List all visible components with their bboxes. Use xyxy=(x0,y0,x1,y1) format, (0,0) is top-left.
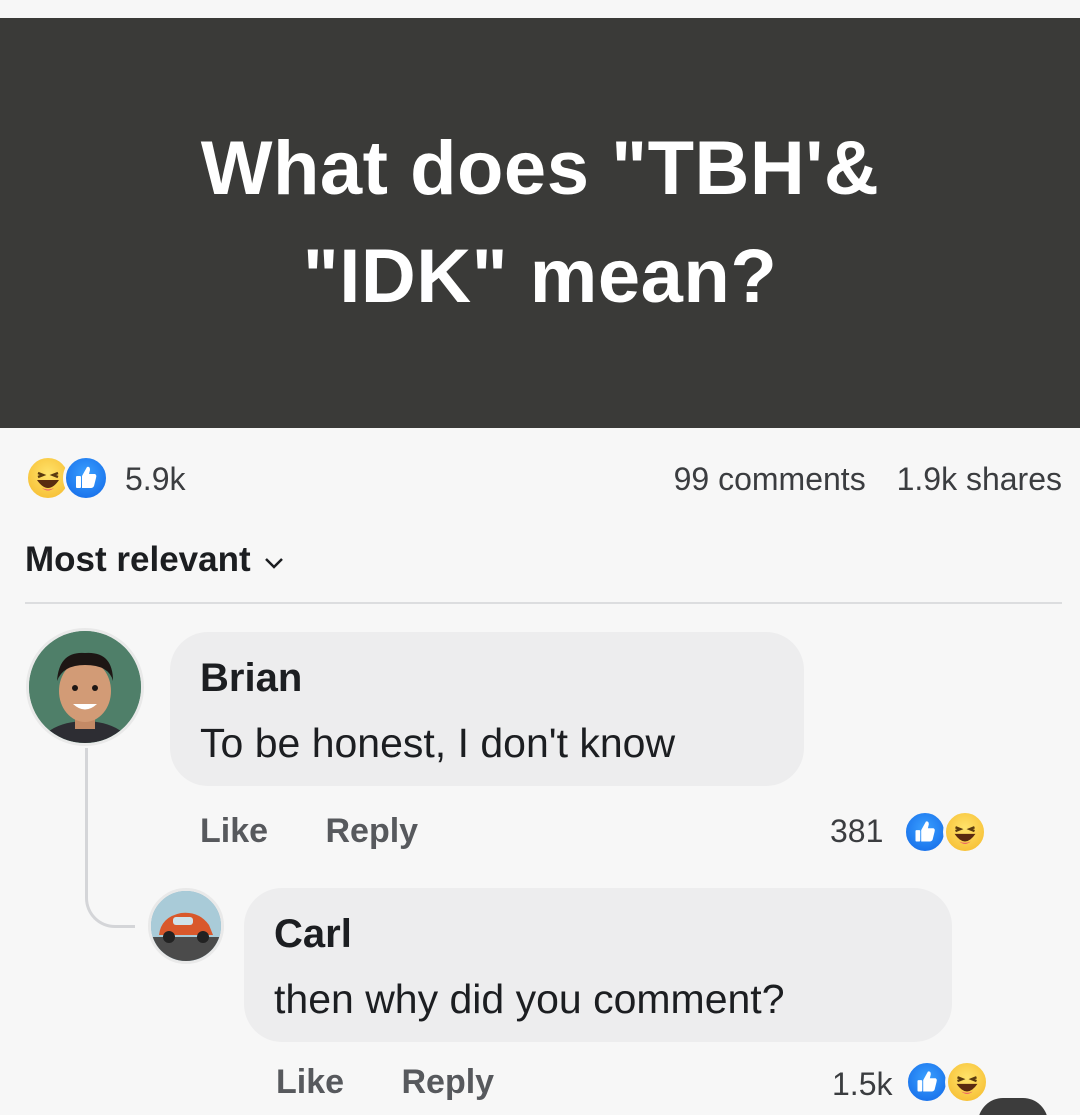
comment-text: then why did you comment? xyxy=(274,976,785,1022)
comment-actions: Like Reply xyxy=(200,812,466,851)
avatar[interactable] xyxy=(148,888,224,964)
comment-reaction-count[interactable]: 1.5k xyxy=(832,1066,892,1103)
comment-sort-dropdown[interactable]: Most relevant xyxy=(25,540,285,580)
comment-author[interactable]: Brian xyxy=(200,656,302,701)
chevron-down-icon xyxy=(264,558,283,569)
avatar[interactable] xyxy=(26,628,144,746)
like-emoji-icon xyxy=(903,810,947,854)
like-emoji-icon xyxy=(905,1060,949,1104)
comments-count-link[interactable]: 99 comments xyxy=(674,461,866,497)
comment-actions: Like Reply xyxy=(276,1063,542,1102)
reply-button[interactable]: Reply xyxy=(326,812,419,850)
comment-reactions[interactable] xyxy=(903,810,998,858)
haha-emoji-icon xyxy=(945,1060,989,1104)
reply-button[interactable]: Reply xyxy=(402,1063,495,1101)
like-emoji-icon xyxy=(63,455,109,501)
post-banner: What does "TBH'& "IDK" mean? xyxy=(0,18,1080,428)
post-page: What does "TBH'& "IDK" mean? 5.9k 99 com… xyxy=(0,0,1080,1115)
haha-emoji-icon xyxy=(943,810,987,854)
comment-reactions[interactable] xyxy=(905,1060,1000,1108)
comment-bubble: Carl then why did you comment? xyxy=(244,888,952,1042)
divider xyxy=(25,602,1062,604)
post-banner-text: What does "TBH'& "IDK" mean? xyxy=(200,126,880,319)
reply-thread-line xyxy=(85,748,135,928)
comment-author[interactable]: Carl xyxy=(274,912,352,957)
like-button[interactable]: Like xyxy=(200,812,268,850)
comment-bubble: Brian To be honest, I don't know xyxy=(170,632,804,786)
reaction-summary-row: 5.9k 99 comments 1.9k shares xyxy=(25,455,1062,505)
reaction-stack[interactable] xyxy=(25,455,115,505)
comment-text: To be honest, I don't know xyxy=(200,720,676,766)
top-strip xyxy=(0,0,1080,18)
comment-reaction-count[interactable]: 381 xyxy=(830,813,883,850)
reaction-count[interactable]: 5.9k xyxy=(125,461,185,498)
post-stats: 99 comments 1.9k shares xyxy=(652,461,1062,498)
sort-label: Most relevant xyxy=(25,540,251,579)
shares-count-link[interactable]: 1.9k shares xyxy=(897,461,1062,497)
like-button[interactable]: Like xyxy=(276,1063,344,1101)
